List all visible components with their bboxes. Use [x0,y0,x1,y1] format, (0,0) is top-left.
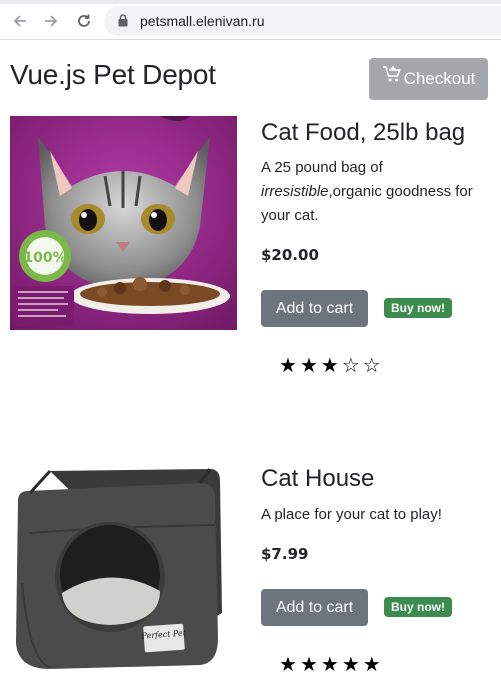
star-filled-icon: ★ [279,355,297,377]
star-filled-icon: ★ [320,654,339,676]
product-title: Cat Food, 25lb bag [261,119,466,146]
star-filled-icon: ★ [279,654,297,676]
tab-strip [0,0,501,4]
checkout-label: Checkout [403,69,476,88]
cart-icon [382,65,402,88]
star-filled-icon: ★ [320,355,339,377]
product-price: $20.00 [261,246,319,264]
product-image-cat-house: Perfect Pet [10,463,237,677]
site-title: Vue.js Pet Depot [10,59,216,90]
add-to-cart-button[interactable]: Add to cart [261,290,368,327]
address-bar[interactable]: petsmall.elenivan.ru [104,6,501,36]
url-text: petsmall.elenivan.ru [140,13,265,29]
star-filled-icon: ★ [362,654,381,676]
reload-icon [78,14,90,27]
lock-icon [118,14,128,27]
product-title: Cat House [261,465,375,492]
product-image-cat-food: 100% [10,116,237,330]
rating-stars: ★ ★ ★ ☆ ☆ [279,356,381,376]
arrow-right-icon [45,15,58,27]
product-price: $7.99 [261,545,309,563]
back-button[interactable] [10,11,30,31]
reload-button[interactable] [74,11,94,31]
star-filled-icon: ★ [299,654,318,676]
rating-stars: ★ ★ ★ ★ ★ [279,655,381,675]
arrow-left-icon [13,15,26,27]
buy-now-badge[interactable]: Buy now! [384,298,452,318]
star-empty-icon: ☆ [341,355,360,377]
star-empty-icon: ☆ [362,355,381,377]
buy-now-badge[interactable]: Buy now! [384,597,452,617]
product-description: A 25 pound bag of irresistible,organic g… [261,159,473,224]
star-filled-icon: ★ [341,654,360,676]
product-description: A place for your cat to play! [261,506,442,523]
forward-button[interactable] [41,11,61,31]
browser-toolbar: petsmall.elenivan.ru [0,0,501,40]
add-to-cart-button[interactable]: Add to cart [261,589,368,626]
star-filled-icon: ★ [299,355,318,377]
svg-text:100%: 100% [23,250,66,266]
checkout-button[interactable]: Checkout [369,58,488,100]
